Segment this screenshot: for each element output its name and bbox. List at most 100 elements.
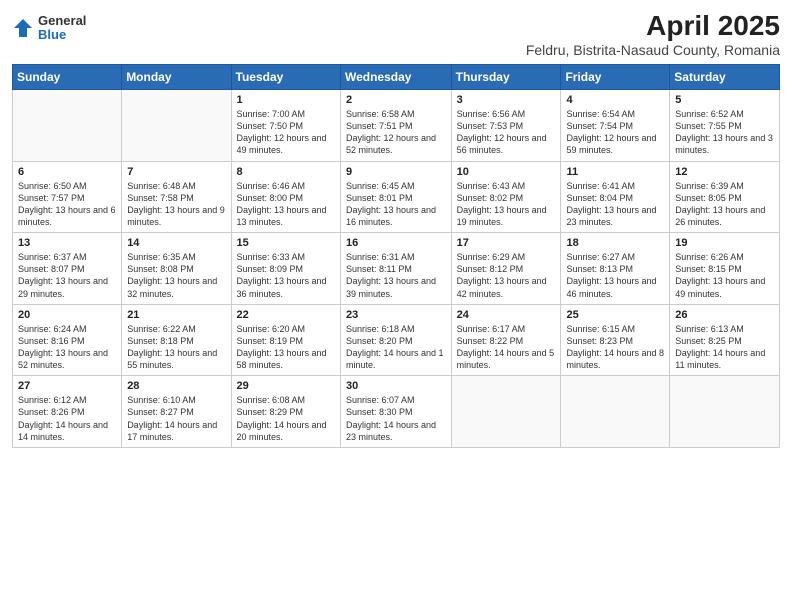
calendar-title: April 2025 bbox=[526, 10, 780, 42]
day-number: 18 bbox=[566, 237, 664, 249]
calendar-header-row: Sunday Monday Tuesday Wednesday Thursday… bbox=[13, 65, 780, 90]
day-number: 21 bbox=[127, 309, 225, 321]
calendar-cell: 22 Sunrise: 6:20 AM Sunset: 8:19 PM Dayli… bbox=[231, 304, 340, 376]
day-info: Sunrise: 6:22 AM Sunset: 8:18 PM Dayligh… bbox=[127, 323, 225, 372]
day-number: 14 bbox=[127, 237, 225, 249]
day-number: 10 bbox=[457, 166, 556, 178]
day-number: 13 bbox=[18, 237, 116, 249]
col-thursday: Thursday bbox=[451, 65, 561, 90]
calendar-cell: 30Sunrise: 6:07 AM Sunset: 8:30 PM Dayli… bbox=[340, 376, 451, 448]
col-wednesday: Wednesday bbox=[340, 65, 451, 90]
logo: General Blue bbox=[12, 14, 86, 43]
day-info: Sunrise: 6:46 AM Sunset: 8:00 PM Dayligh… bbox=[237, 180, 335, 229]
day-number: 30 bbox=[346, 380, 446, 392]
calendar-cell: 5 Sunrise: 6:52 AM Sunset: 7:55 PM Daylig… bbox=[670, 90, 780, 162]
calendar-cell: 18 Sunrise: 6:27 AM Sunset: 8:13 PM Dayli… bbox=[561, 233, 670, 305]
day-number: 26 bbox=[675, 309, 774, 321]
day-info: Sunrise: 6:54 AM Sunset: 7:54 PM Dayligh… bbox=[566, 108, 664, 157]
day-number: 29 bbox=[237, 380, 335, 392]
logo-general-text: General bbox=[38, 14, 86, 28]
day-info: Sunrise: 6:35 AM Sunset: 8:08 PM Dayligh… bbox=[127, 251, 225, 300]
day-info: Sunrise: 6:15 AM Sunset: 8:23 PM Dayligh… bbox=[566, 323, 664, 372]
calendar-cell: 8 Sunrise: 6:46 AM Sunset: 8:00 PM Daylig… bbox=[231, 161, 340, 233]
day-info: Sunrise: 6:52 AM Sunset: 7:55 PM Dayligh… bbox=[675, 108, 774, 157]
day-info: Sunrise: 6:50 AM Sunset: 7:57 PM Dayligh… bbox=[18, 180, 116, 229]
day-info: Sunrise: 6:17 AM Sunset: 8:22 PM Dayligh… bbox=[457, 323, 556, 372]
col-sunday: Sunday bbox=[13, 65, 122, 90]
day-info: Sunrise: 6:20 AM Sunset: 8:19 PM Dayligh… bbox=[237, 323, 335, 372]
title-block: April 2025 Feldru, Bistrita-Nasaud Count… bbox=[526, 10, 780, 58]
calendar-cell: 13 Sunrise: 6:37 AM Sunset: 8:07 PM Dayli… bbox=[13, 233, 122, 305]
day-number: 27 bbox=[18, 380, 116, 392]
col-friday: Friday bbox=[561, 65, 670, 90]
calendar-cell: 21 Sunrise: 6:22 AM Sunset: 8:18 PM Dayli… bbox=[122, 304, 231, 376]
calendar-cell: 19Sunrise: 6:26 AM Sunset: 8:15 PM Dayli… bbox=[670, 233, 780, 305]
calendar-cell bbox=[13, 90, 122, 162]
logo-icon bbox=[12, 17, 34, 39]
calendar-table: Sunday Monday Tuesday Wednesday Thursday… bbox=[12, 64, 780, 448]
day-number: 6 bbox=[18, 166, 116, 178]
logo-blue-text: Blue bbox=[38, 28, 86, 42]
day-number: 12 bbox=[675, 166, 774, 178]
day-number: 4 bbox=[566, 94, 664, 106]
day-info: Sunrise: 6:41 AM Sunset: 8:04 PM Dayligh… bbox=[566, 180, 664, 229]
day-number: 15 bbox=[237, 237, 335, 249]
day-info: Sunrise: 6:48 AM Sunset: 7:58 PM Dayligh… bbox=[127, 180, 225, 229]
day-info: Sunrise: 6:39 AM Sunset: 8:05 PM Dayligh… bbox=[675, 180, 774, 229]
calendar-cell: 23 Sunrise: 6:18 AM Sunset: 8:20 PM Dayli… bbox=[340, 304, 451, 376]
day-number: 11 bbox=[566, 166, 664, 178]
day-info: Sunrise: 6:58 AM Sunset: 7:51 PM Dayligh… bbox=[346, 108, 446, 157]
day-number: 25 bbox=[566, 309, 664, 321]
calendar-cell: 20Sunrise: 6:24 AM Sunset: 8:16 PM Dayli… bbox=[13, 304, 122, 376]
calendar-cell: 1Sunrise: 7:00 AM Sunset: 7:50 PM Daylig… bbox=[231, 90, 340, 162]
calendar-cell: 4 Sunrise: 6:54 AM Sunset: 7:54 PM Daylig… bbox=[561, 90, 670, 162]
day-number: 2 bbox=[346, 94, 446, 106]
calendar-week-2: 6 Sunrise: 6:50 AM Sunset: 7:57 PM Daylig… bbox=[13, 161, 780, 233]
col-monday: Monday bbox=[122, 65, 231, 90]
day-info: Sunrise: 6:24 AM Sunset: 8:16 PM Dayligh… bbox=[18, 323, 116, 372]
day-info: Sunrise: 6:08 AM Sunset: 8:29 PM Dayligh… bbox=[237, 394, 335, 443]
day-info: Sunrise: 6:33 AM Sunset: 8:09 PM Dayligh… bbox=[237, 251, 335, 300]
header: General Blue April 2025 Feldru, Bistrita… bbox=[12, 10, 780, 58]
calendar-cell: 10 Sunrise: 6:43 AM Sunset: 8:02 PM Dayli… bbox=[451, 161, 561, 233]
calendar-cell: 2 Sunrise: 6:58 AM Sunset: 7:51 PM Daylig… bbox=[340, 90, 451, 162]
calendar-cell bbox=[122, 90, 231, 162]
day-number: 8 bbox=[237, 166, 335, 178]
day-number: 22 bbox=[237, 309, 335, 321]
day-number: 7 bbox=[127, 166, 225, 178]
day-info: Sunrise: 6:18 AM Sunset: 8:20 PM Dayligh… bbox=[346, 323, 446, 372]
calendar-cell: 14 Sunrise: 6:35 AM Sunset: 8:08 PM Dayli… bbox=[122, 233, 231, 305]
page-container: General Blue April 2025 Feldru, Bistrita… bbox=[0, 0, 792, 612]
calendar-subtitle: Feldru, Bistrita-Nasaud County, Romania bbox=[526, 42, 780, 58]
day-info: Sunrise: 6:12 AM Sunset: 8:26 PM Dayligh… bbox=[18, 394, 116, 443]
day-info: Sunrise: 6:43 AM Sunset: 8:02 PM Dayligh… bbox=[457, 180, 556, 229]
day-info: Sunrise: 6:45 AM Sunset: 8:01 PM Dayligh… bbox=[346, 180, 446, 229]
day-info: Sunrise: 6:31 AM Sunset: 8:11 PM Dayligh… bbox=[346, 251, 446, 300]
calendar-week-3: 13 Sunrise: 6:37 AM Sunset: 8:07 PM Dayli… bbox=[13, 233, 780, 305]
day-info: Sunrise: 6:27 AM Sunset: 8:13 PM Dayligh… bbox=[566, 251, 664, 300]
calendar-cell bbox=[670, 376, 780, 448]
calendar-cell: 28Sunrise: 6:10 AM Sunset: 8:27 PM Dayli… bbox=[122, 376, 231, 448]
calendar-cell bbox=[561, 376, 670, 448]
calendar-cell: 27 Sunrise: 6:12 AM Sunset: 8:26 PM Dayli… bbox=[13, 376, 122, 448]
day-number: 24 bbox=[457, 309, 556, 321]
day-info: Sunrise: 6:37 AM Sunset: 8:07 PM Dayligh… bbox=[18, 251, 116, 300]
calendar-cell: 16 Sunrise: 6:31 AM Sunset: 8:11 PM Dayli… bbox=[340, 233, 451, 305]
day-info: Sunrise: 6:13 AM Sunset: 8:25 PM Dayligh… bbox=[675, 323, 774, 372]
day-number: 16 bbox=[346, 237, 446, 249]
calendar-cell bbox=[451, 376, 561, 448]
day-number: 9 bbox=[346, 166, 446, 178]
calendar-week-5: 27 Sunrise: 6:12 AM Sunset: 8:26 PM Dayli… bbox=[13, 376, 780, 448]
calendar-cell: 15 Sunrise: 6:33 AM Sunset: 8:09 PM Dayli… bbox=[231, 233, 340, 305]
logo-text: General Blue bbox=[38, 14, 86, 43]
col-saturday: Saturday bbox=[670, 65, 780, 90]
day-info: Sunrise: 6:10 AM Sunset: 8:27 PM Dayligh… bbox=[127, 394, 225, 443]
day-info: Sunrise: 6:26 AM Sunset: 8:15 PM Dayligh… bbox=[675, 251, 774, 300]
day-info: Sunrise: 6:56 AM Sunset: 7:53 PM Dayligh… bbox=[457, 108, 556, 157]
day-number: 23 bbox=[346, 309, 446, 321]
calendar-cell: 12 Sunrise: 6:39 AM Sunset: 8:05 PM Dayli… bbox=[670, 161, 780, 233]
day-number: 5 bbox=[675, 94, 774, 106]
day-number: 17 bbox=[457, 237, 556, 249]
calendar-week-1: 1Sunrise: 7:00 AM Sunset: 7:50 PM Daylig… bbox=[13, 90, 780, 162]
calendar-cell: 11 Sunrise: 6:41 AM Sunset: 8:04 PM Dayli… bbox=[561, 161, 670, 233]
